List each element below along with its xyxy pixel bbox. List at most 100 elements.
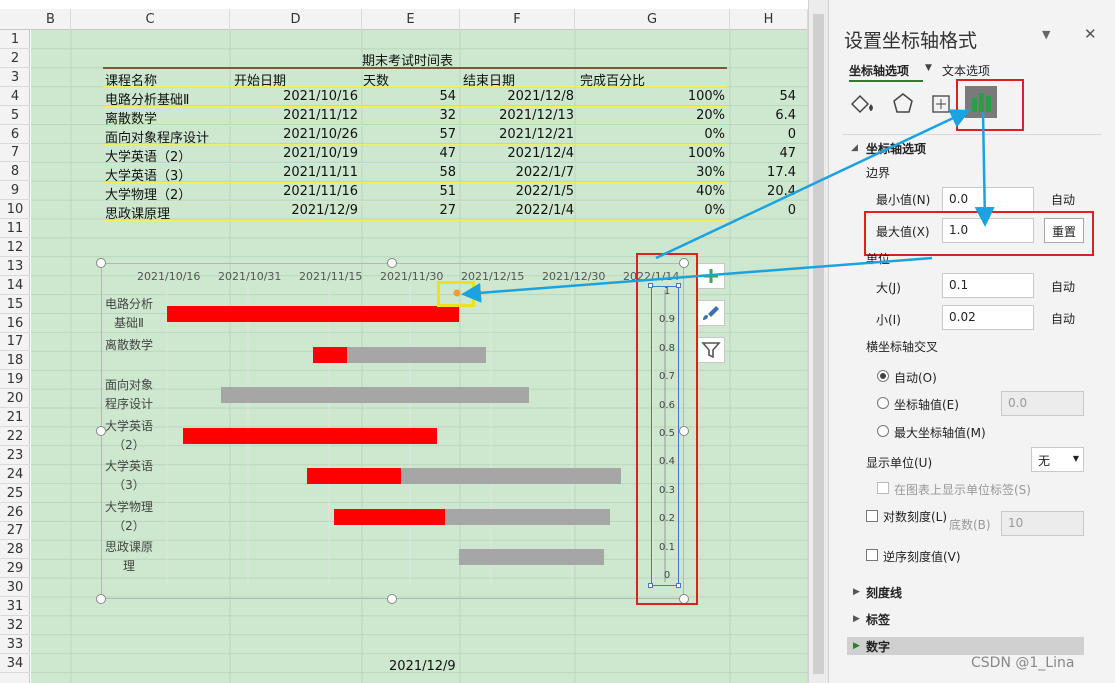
row-header-21: 21 xyxy=(0,408,30,427)
row-header-9: 9 xyxy=(0,181,30,201)
gantt-chart[interactable]: 2021/10/16 2021/10/31 2021/11/15 2021/11/30… xyxy=(101,263,684,599)
row-header-10: 10 xyxy=(0,200,30,220)
axis-options-icon-highlight xyxy=(956,79,1024,131)
tick-marks-expand-icon[interactable]: ▶ xyxy=(853,587,860,597)
brush-icon xyxy=(703,306,719,320)
bounds-label: 边界 xyxy=(866,166,891,180)
major-label: 大(J) xyxy=(876,281,901,295)
effects-pentagon-icon[interactable] xyxy=(889,91,917,117)
pane-title: 设置坐标轴格式 xyxy=(844,30,978,52)
h-value-cell: 0 xyxy=(787,127,796,142)
column-header-E: E xyxy=(362,9,460,30)
end-date-cell: 2021/12/4 xyxy=(507,146,574,161)
row-header-1: 1 xyxy=(0,30,30,49)
header-yellow-line xyxy=(103,86,727,87)
row-headers: 1 2 3 4 5 6 7 8 9 10 11 12 13 14 15 16 17 18 19 20 21 22 23 24 2… xyxy=(0,30,30,683)
x-tick-label: 2021/10/31 xyxy=(218,270,282,283)
minor-input[interactable]: 0.02 xyxy=(942,305,1034,330)
major-input[interactable]: 0.1 xyxy=(942,273,1034,298)
row-header-24: 24 xyxy=(0,465,30,484)
section-labels[interactable]: 标签 xyxy=(866,611,890,628)
row-header-33: 33 xyxy=(0,635,30,654)
h-value-cell: 54 xyxy=(779,89,796,104)
chart-handle-tl[interactable] xyxy=(96,258,106,268)
base-input[interactable]: 10 xyxy=(1001,511,1084,536)
cross-max-label: 最大坐标轴值(M) xyxy=(894,426,986,440)
row-header-16: 16 xyxy=(0,314,30,333)
column-header-B: B xyxy=(31,9,71,30)
tab-dropdown-icon[interactable]: ▼ xyxy=(925,63,932,73)
cross-auto-radio[interactable] xyxy=(877,370,889,382)
scroll-thumb[interactable] xyxy=(813,14,824,674)
dropdown-chevron-icon: ▼ xyxy=(1072,454,1079,463)
row-header-14: 14 xyxy=(0,276,30,295)
row-header-32: 32 xyxy=(0,616,30,635)
pane-options-chevron-icon[interactable]: ▼ xyxy=(1042,28,1050,41)
labels-expand-icon[interactable]: ▶ xyxy=(853,614,860,624)
number-expand-icon[interactable]: ▶ xyxy=(853,641,860,651)
vertical-scrollbar[interactable] xyxy=(808,0,828,683)
percent-cell: 100% xyxy=(687,146,725,161)
reverse-label: 逆序刻度值(V) xyxy=(883,550,961,564)
chart-handle-bc[interactable] xyxy=(387,594,397,604)
remaining-bar xyxy=(444,508,610,525)
h-value-cell: 17.4 xyxy=(767,165,796,180)
display-units-select[interactable]: 无 ▼ xyxy=(1031,447,1084,472)
reverse-checkbox[interactable] xyxy=(866,549,878,561)
chart-filters-button[interactable] xyxy=(697,337,725,363)
start-date-cell: 2021/11/11 xyxy=(283,165,358,180)
chart-handle-ml[interactable] xyxy=(96,426,106,436)
row-header-5: 5 xyxy=(0,106,30,125)
days-cell: 58 xyxy=(439,165,456,180)
remaining-bar xyxy=(347,346,486,363)
column-header-D: D xyxy=(230,9,362,30)
cross-value-input[interactable]: 0.0 xyxy=(1001,391,1084,416)
category-label: 大学物理 （2） xyxy=(104,499,153,533)
section-tick-marks[interactable]: 刻度线 xyxy=(866,584,902,601)
category-label: 面向对象 程序设计 xyxy=(104,378,153,411)
category-label: 电路分析 基础Ⅱ xyxy=(104,297,153,330)
end-date-cell: 2022/1/5 xyxy=(515,184,574,199)
h-value-cell: 47 xyxy=(779,146,796,161)
column-header-C: C xyxy=(71,9,230,30)
row-header-26: 26 xyxy=(0,503,30,522)
chart-handle-bl[interactable] xyxy=(96,594,106,604)
section-expand-icon[interactable]: ◢ xyxy=(851,143,858,153)
days-cell: 57 xyxy=(439,127,456,142)
close-icon[interactable]: ✕ xyxy=(1084,25,1097,43)
log-scale-checkbox[interactable] xyxy=(866,510,878,522)
row-header-8: 8 xyxy=(0,162,30,182)
h-value-cell: 0 xyxy=(787,203,796,218)
row-header-15: 15 xyxy=(0,295,30,314)
column-header-F: F xyxy=(460,9,575,30)
tab-axis-options[interactable]: 坐标轴选项 xyxy=(849,62,909,79)
section-number[interactable]: 数字 xyxy=(866,638,890,655)
show-units-checkbox[interactable] xyxy=(877,482,889,494)
min-input[interactable]: 0.0 xyxy=(942,187,1034,212)
fill-line-icon[interactable] xyxy=(847,91,875,117)
row-yellow-line xyxy=(103,220,727,221)
start-date-cell: 2021/10/19 xyxy=(283,146,358,161)
percent-cell: 0% xyxy=(704,127,725,142)
chart-handle-tc[interactable] xyxy=(387,258,397,268)
row-header-19: 19 xyxy=(0,370,30,390)
end-date-cell: 2022/1/4 xyxy=(515,203,574,218)
chart-styles-button[interactable] xyxy=(697,300,725,326)
section-axis-options[interactable]: 坐标轴选项 xyxy=(866,140,926,157)
category-label: 思政课原 理 xyxy=(104,540,153,573)
days-cell: 47 xyxy=(439,146,456,161)
column-header-G: G xyxy=(575,9,730,30)
row-header-34: 34 xyxy=(0,654,30,673)
h-value-cell: 6.4 xyxy=(775,108,796,123)
h-value-cell: 20.4 xyxy=(767,184,796,199)
tab-text-options[interactable]: 文本选项 xyxy=(942,62,990,79)
row-header-6: 6 xyxy=(0,125,30,144)
title-underline xyxy=(103,67,727,69)
chart-elements-button[interactable] xyxy=(697,263,725,289)
cross-max-radio[interactable] xyxy=(877,425,889,437)
completed-bar xyxy=(334,508,445,525)
size-properties-icon[interactable] xyxy=(927,91,955,117)
cross-value-radio[interactable] xyxy=(877,397,889,409)
major-auto-label: 自动 xyxy=(1051,280,1076,294)
completed-bar xyxy=(183,427,437,444)
